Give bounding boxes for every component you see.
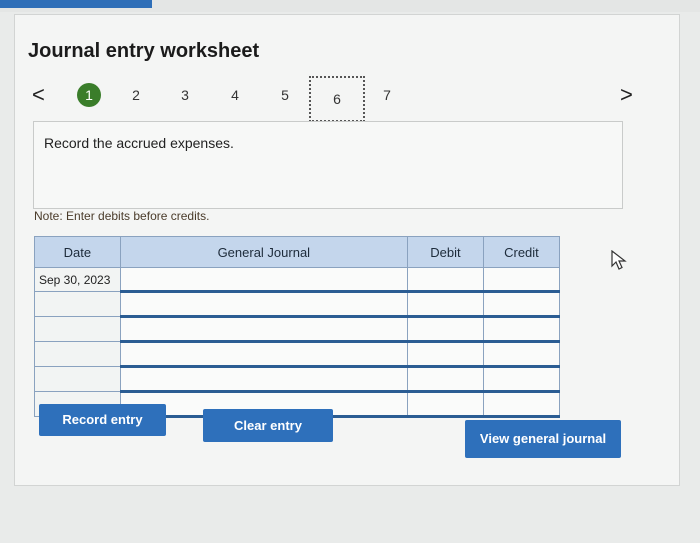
debit-input[interactable]: [406, 316, 484, 343]
credit-input[interactable]: [482, 366, 561, 393]
step-4[interactable]: 4: [223, 83, 247, 107]
step-5[interactable]: 5: [273, 83, 297, 107]
view-general-journal-button[interactable]: View general journal: [465, 420, 621, 458]
step-7[interactable]: 7: [375, 83, 399, 107]
date-cell[interactable]: [34, 341, 121, 367]
top-strip: [0, 0, 700, 12]
account-input[interactable]: [119, 341, 408, 368]
date-cell[interactable]: [34, 316, 121, 342]
credit-input[interactable]: [482, 341, 561, 368]
debit-input[interactable]: [406, 267, 484, 293]
step-6[interactable]: 6: [309, 76, 365, 122]
journal-table: Date General Journal Debit Credit Sep 30…: [34, 236, 561, 418]
account-input[interactable]: [119, 267, 408, 293]
credit-input[interactable]: [482, 267, 561, 293]
top-blue-edge: [0, 0, 152, 8]
table-row: [34, 291, 561, 318]
debit-input[interactable]: [406, 391, 484, 418]
table-row: Sep 30, 2023: [34, 267, 561, 293]
record-entry-button[interactable]: Record entry: [39, 404, 166, 436]
table-row: [34, 316, 561, 343]
header-date: Date: [34, 236, 121, 268]
table-row: [34, 341, 561, 368]
prompt-box: Record the accrued expenses.: [33, 121, 623, 209]
mouse-cursor-icon: [611, 250, 627, 270]
prev-arrow-icon[interactable]: <: [32, 84, 45, 106]
clear-entry-button[interactable]: Clear entry: [203, 409, 333, 442]
credit-input[interactable]: [482, 391, 561, 418]
header-debit: Debit: [406, 236, 484, 268]
date-cell[interactable]: Sep 30, 2023: [34, 267, 121, 292]
credit-input[interactable]: [482, 316, 561, 343]
debit-input[interactable]: [406, 341, 484, 368]
date-cell[interactable]: [34, 366, 121, 392]
date-cell[interactable]: [34, 291, 121, 317]
debit-input[interactable]: [406, 291, 484, 318]
prompt-text: Record the accrued expenses.: [44, 135, 234, 151]
step-2[interactable]: 2: [124, 83, 148, 107]
account-input[interactable]: [119, 366, 408, 393]
note-text: Note: Enter debits before credits.: [34, 209, 210, 223]
step-1[interactable]: 1: [77, 83, 101, 107]
step-3[interactable]: 3: [173, 83, 197, 107]
account-input[interactable]: [119, 291, 408, 318]
next-arrow-icon[interactable]: >: [620, 84, 633, 106]
header-general-journal: General Journal: [119, 236, 408, 268]
account-input[interactable]: [119, 316, 408, 343]
credit-input[interactable]: [482, 291, 561, 318]
page-title: Journal entry worksheet: [28, 40, 260, 62]
table-row: [34, 366, 561, 393]
header-credit: Credit: [482, 236, 561, 268]
debit-input[interactable]: [406, 366, 484, 393]
